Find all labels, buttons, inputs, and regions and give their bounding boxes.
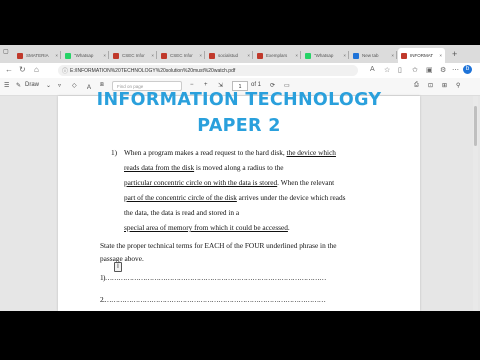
text-cursor-icon: I	[114, 262, 122, 272]
browser-tab[interactable]: CSEC Infor ×	[158, 48, 205, 63]
erase-icon[interactable]: ◇	[72, 82, 77, 89]
letterbox-bottom	[0, 311, 480, 360]
read-aloud-icon[interactable]: A	[370, 66, 375, 73]
passage-line-1: When a program makes a read request to t…	[124, 148, 336, 157]
page-view-icon[interactable]: ▭	[284, 82, 290, 89]
close-tab-icon[interactable]: ×	[439, 53, 442, 58]
save-as-icon[interactable]: ⊞	[442, 82, 447, 89]
chevron-down-icon[interactable]: ⌄	[46, 82, 51, 89]
address-bar-row: ← ↻ ⌂ ⓘ E:/INFORMATION%20TECHNOLOGY%20so…	[0, 63, 480, 78]
back-icon[interactable]: ←	[5, 65, 13, 74]
pdf-page: INFORMATION TECHNOLOGY PAPER 2 1) When a…	[58, 90, 420, 311]
tab-favicon-icon	[161, 52, 167, 59]
question-number: 1)	[111, 148, 118, 157]
extensions-icon[interactable]: ⚙	[440, 66, 446, 74]
save-icon[interactable]: ⊡	[428, 82, 433, 89]
tab-label: SMATERIA	[26, 53, 49, 58]
passage-line-5: the data, the data is read and stored in…	[124, 208, 240, 217]
document-title: INFORMATION TECHNOLOGY	[96, 90, 382, 110]
answer-line-1: 1)………………………………………………………………………………………	[100, 273, 326, 282]
new-tab-icon[interactable]: +	[452, 49, 457, 59]
browser-tab[interactable]: INFORMAT ×	[398, 48, 445, 63]
browser-tab[interactable]: "Whatsap ×	[62, 48, 109, 63]
scrollbar[interactable]	[473, 96, 478, 311]
browser-tab[interactable]: "Whatsap ×	[302, 48, 349, 63]
draw-button[interactable]: Draw	[25, 82, 39, 88]
print-icon[interactable]: ⎙	[414, 82, 419, 89]
browser-window: ▢ SMATERIA × "Whatsap × CSEC Infor × CSEC Info…	[0, 45, 480, 311]
tab-strip: ▢ SMATERIA × "Whatsap × CSEC Infor × CSEC Info…	[0, 45, 480, 63]
scrollbar-thumb[interactable]	[474, 106, 477, 146]
passage-line-4: part of the concentric circle of the dis…	[124, 193, 346, 202]
favorite-icon[interactable]: ☆	[384, 66, 390, 74]
favorites-icon[interactable]: ✩	[412, 66, 418, 74]
contents-icon[interactable]: ☰	[4, 82, 9, 89]
close-tab-icon[interactable]: ×	[151, 53, 154, 58]
close-tab-icon[interactable]: ×	[103, 53, 106, 58]
tab-favicon-icon	[305, 52, 311, 59]
close-tab-icon[interactable]: ×	[55, 53, 58, 58]
browser-tab[interactable]: SMATERIA ×	[14, 48, 61, 63]
letterbox-top	[0, 0, 480, 45]
passage-line-6: special area of memory from which it cou…	[124, 223, 290, 232]
browser-tab[interactable]: socialstud ×	[206, 48, 253, 63]
url-text: E:/INFORMATION%20TECHNOLOGY%20solution%2…	[70, 67, 236, 74]
tab-label: CSEC Infor	[170, 53, 193, 58]
read-aloud-pdf-icon[interactable]: ⧈	[100, 82, 104, 89]
tab-label: New tab	[362, 53, 379, 58]
document-subtitle: PAPER 2	[197, 116, 281, 136]
browser-tab[interactable]: Exemplars ×	[254, 48, 301, 63]
highlight-icon[interactable]: ▿	[58, 82, 61, 89]
tab-favicon-icon	[113, 52, 119, 59]
fit-page-icon[interactable]: ⇲	[218, 82, 223, 89]
passage-line-2: reads data from the disk is moved along …	[124, 163, 284, 172]
tab-favicon-icon	[401, 52, 407, 59]
browser-tab[interactable]: New tab ×	[350, 48, 397, 63]
page-total: of 1	[251, 82, 262, 88]
close-tab-icon[interactable]: ×	[295, 53, 298, 58]
zoom-in-icon[interactable]: +	[204, 82, 208, 88]
tab-label: "Whatsap	[74, 53, 94, 58]
tab-favicon-icon	[65, 52, 71, 59]
tab-favicon-icon	[209, 52, 215, 59]
browser-tab[interactable]: CSEC Infor ×	[110, 48, 157, 63]
collections-icon[interactable]: ▣	[426, 66, 433, 74]
answer-line-2: 2.………………………………………………………………………………………	[100, 295, 326, 304]
tab-label: socialstud	[218, 53, 239, 58]
tab-label: "Whatsap	[314, 53, 334, 58]
profile-avatar[interactable]: b	[463, 65, 472, 74]
address-bar[interactable]: ⓘ E:/INFORMATION%20TECHNOLOGY%20solution…	[58, 65, 358, 76]
instruction-line-1: State the proper technical terms for EAC…	[100, 241, 337, 250]
pin-icon[interactable]: ⚲	[456, 82, 460, 89]
close-tab-icon[interactable]: ×	[343, 53, 346, 58]
tab-label: Exemplars	[266, 53, 288, 58]
file-icon: ⓘ	[62, 69, 69, 75]
split-screen-icon[interactable]: ▯	[398, 66, 402, 74]
pdf-viewer: INFORMATION TECHNOLOGY PAPER 2 1) When a…	[0, 90, 480, 311]
tab-label: INFORMAT	[410, 53, 434, 58]
passage-line-3: particular concentric circle on with the…	[124, 178, 335, 187]
tab-label: CSEC Infor	[122, 53, 145, 58]
home-icon[interactable]: ⌂	[34, 65, 39, 74]
close-tab-icon[interactable]: ×	[199, 53, 202, 58]
close-tab-icon[interactable]: ×	[391, 53, 394, 58]
tab-actions-icon[interactable]: ▢	[3, 48, 9, 55]
tab-favicon-icon	[17, 52, 23, 59]
zoom-out-icon[interactable]: −	[190, 82, 194, 88]
tab-favicon-icon	[353, 52, 359, 59]
more-icon[interactable]: ⋯	[452, 66, 459, 74]
rotate-icon[interactable]: ⟳	[270, 82, 275, 89]
close-tab-icon[interactable]: ×	[247, 53, 250, 58]
refresh-icon[interactable]: ↻	[19, 65, 26, 74]
tab-favicon-icon	[257, 52, 263, 59]
draw-icon[interactable]: ✎	[16, 82, 21, 89]
